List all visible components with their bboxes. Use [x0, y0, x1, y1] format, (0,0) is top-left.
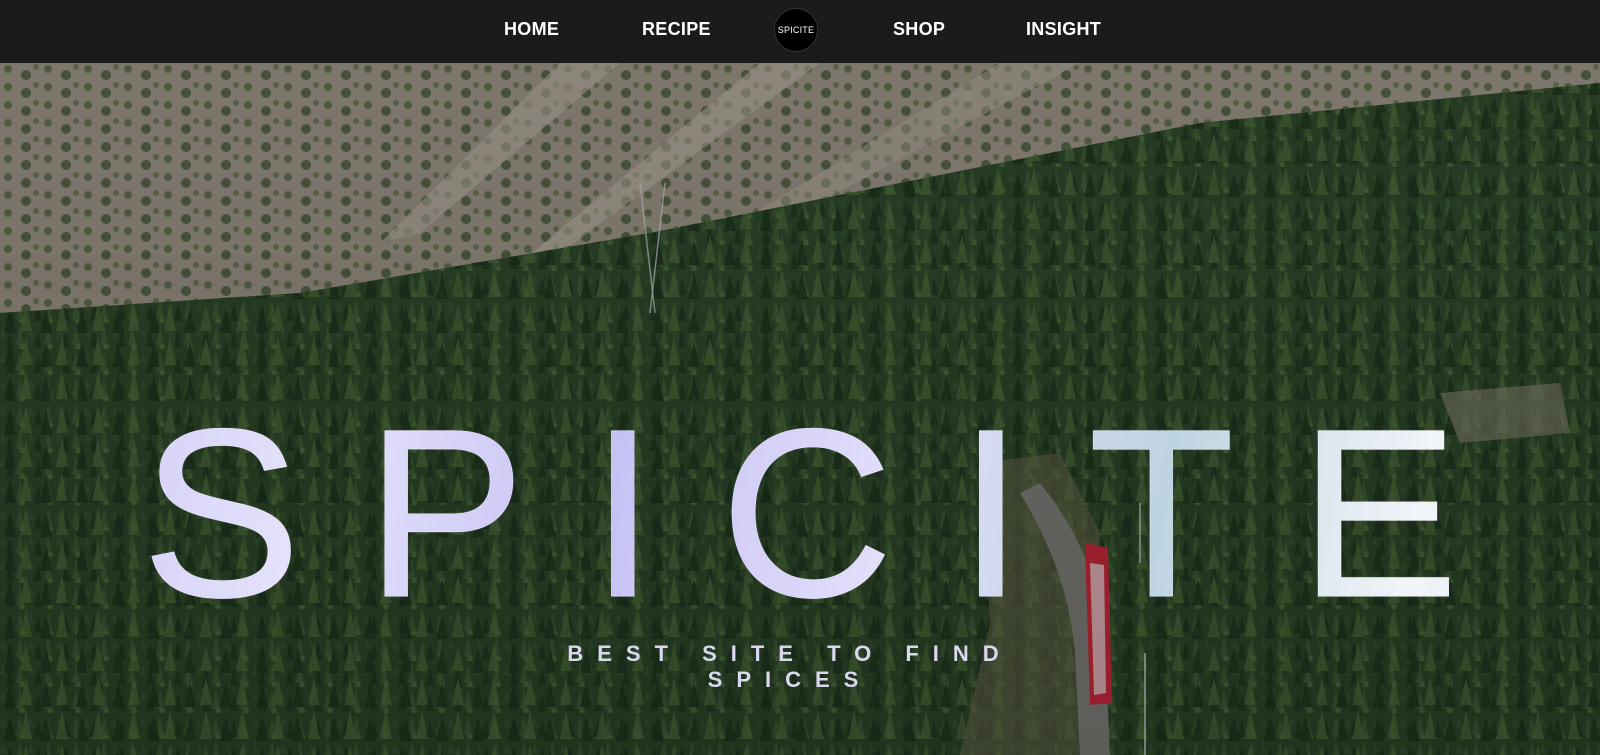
logo-text: SPICITE	[777, 25, 815, 35]
site-logo[interactable]: SPICITE	[774, 8, 818, 52]
hero-tagline: BEST SITE TO FIND SPICES	[567, 641, 1013, 692]
nav-recipe-link[interactable]: RECIPE	[642, 19, 711, 40]
nav-home-link[interactable]: HOME	[504, 19, 559, 40]
page: HOME RECIPE SPICITE SHOP INSIGHT SPICITE…	[0, 0, 1600, 755]
hero-section: SPICITE BEST SITE TO FIND SPICES	[0, 63, 1600, 755]
nav-insight-link[interactable]: INSIGHT	[1026, 19, 1101, 40]
nav-shop-link[interactable]: SHOP	[893, 19, 945, 40]
hero-title: SPICITE	[0, 393, 1600, 634]
top-navigation: HOME RECIPE SPICITE SHOP INSIGHT	[0, 0, 1600, 63]
